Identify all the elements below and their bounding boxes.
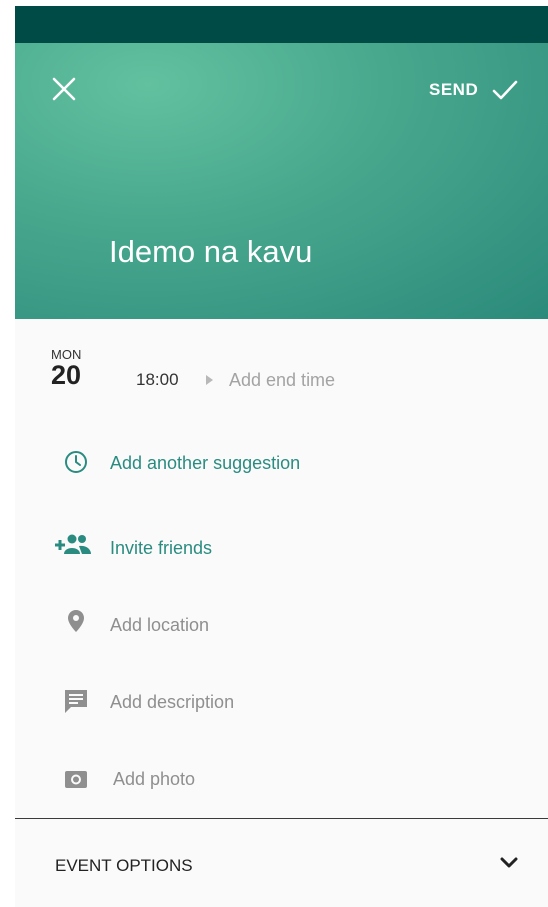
- status-bar: [15, 6, 548, 43]
- chevron-down-icon[interactable]: [499, 856, 519, 870]
- check-icon: [492, 80, 518, 100]
- camera-icon: [65, 771, 87, 788]
- add-photo-row[interactable]: [15, 738, 548, 818]
- send-label: SEND: [429, 80, 479, 99]
- add-location-row[interactable]: [15, 582, 548, 661]
- location-pin-icon: [68, 610, 84, 632]
- add-end-time[interactable]: Add end time: [229, 370, 335, 391]
- day-number[interactable]: 20: [51, 360, 81, 391]
- close-icon[interactable]: [51, 76, 77, 102]
- invite-friends-row[interactable]: [15, 504, 548, 583]
- invite-friends-label: Invite friends: [110, 538, 213, 558]
- add-suggestion-label: Add another suggestion: [110, 453, 301, 473]
- send-button[interactable]: SEND: [429, 76, 518, 104]
- clock-icon: [65, 451, 87, 473]
- arrow-right-icon: [206, 375, 213, 385]
- add-description-row[interactable]: [15, 660, 548, 739]
- date-time-row: [15, 319, 548, 416]
- event-editor-screen: SEND Idemo na kavu MON 20 18:00 Add end …: [15, 6, 548, 907]
- add-description-label: Add description: [110, 692, 235, 712]
- comment-icon: [65, 690, 87, 713]
- event-title[interactable]: Idemo na kavu: [109, 234, 312, 270]
- add-photo-label: Add photo: [113, 769, 196, 789]
- event-options-label: EVENT OPTIONS: [55, 856, 193, 875]
- start-time[interactable]: 18:00: [136, 370, 179, 390]
- add-location-label: Add location: [110, 615, 210, 635]
- add-people-icon: [55, 534, 91, 554]
